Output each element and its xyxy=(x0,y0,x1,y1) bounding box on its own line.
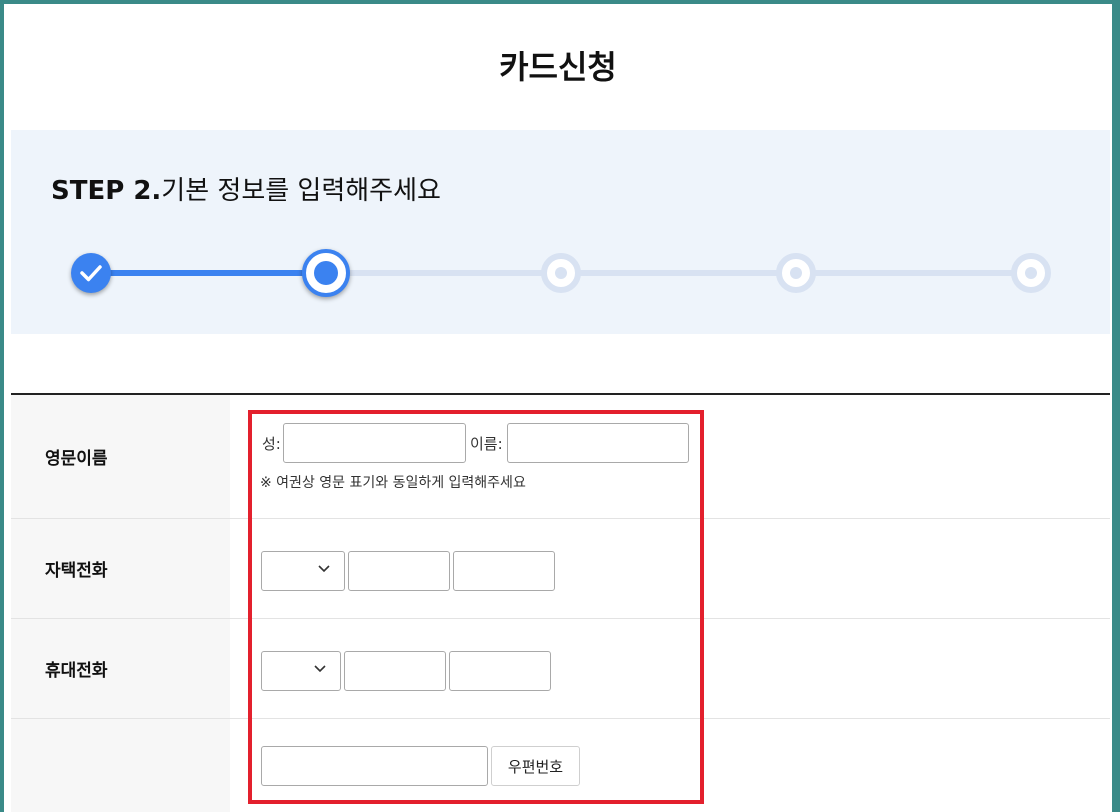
mobile-phone-last-input[interactable] xyxy=(449,651,551,691)
last-name-input[interactable] xyxy=(283,423,466,463)
english-name-label: 영문이름 xyxy=(11,395,230,518)
chevron-down-icon xyxy=(314,665,326,673)
step-node-5 xyxy=(1011,253,1051,293)
last-name-label: 성: xyxy=(262,435,281,453)
step-description: 기본 정보를 입력해주세요 xyxy=(161,176,441,206)
postcode-input[interactable] xyxy=(261,746,488,786)
home-phone-middle-input[interactable] xyxy=(348,551,450,591)
home-area-code-select[interactable] xyxy=(261,551,345,591)
mobile-carrier-code-select[interactable] xyxy=(261,651,341,691)
checkmark-icon xyxy=(80,265,102,282)
step-title: STEP 2.기본 정보를 입력해주세요 xyxy=(51,170,441,207)
step-node-1-completed xyxy=(71,253,111,293)
current-step-dot xyxy=(314,261,338,285)
step-node-2-current xyxy=(302,249,350,297)
card-application-page: 카드신청 STEP 2.기본 정보를 입력해주세요 영문이름 성: 이름: ※ … xyxy=(4,4,1112,812)
first-name-label: 이름: xyxy=(470,435,503,453)
mobile-phone-middle-input[interactable] xyxy=(344,651,446,691)
step-number: STEP 2. xyxy=(51,176,162,206)
progress-track-remaining xyxy=(331,270,1031,276)
step-panel: STEP 2.기본 정보를 입력해주세요 xyxy=(11,130,1110,334)
address-label xyxy=(11,719,230,812)
chevron-down-icon xyxy=(318,565,330,573)
step-node-3 xyxy=(541,253,581,293)
pending-step-dot xyxy=(1025,267,1037,279)
pending-step-dot xyxy=(790,267,802,279)
postcode-search-button[interactable]: 우편번호 xyxy=(491,746,580,786)
step-node-4 xyxy=(776,253,816,293)
mobile-phone-label: 휴대전화 xyxy=(11,619,230,718)
first-name-input[interactable] xyxy=(507,423,689,463)
red-highlight-box xyxy=(248,410,704,804)
home-phone-last-input[interactable] xyxy=(453,551,555,591)
page-title: 카드신청 xyxy=(499,48,617,86)
home-phone-label: 자택전화 xyxy=(11,519,230,618)
progress-track-completed xyxy=(91,270,331,276)
pending-step-dot xyxy=(555,267,567,279)
passport-name-note: ※ 여권상 영문 표기와 동일하게 입력해주세요 xyxy=(260,475,526,491)
